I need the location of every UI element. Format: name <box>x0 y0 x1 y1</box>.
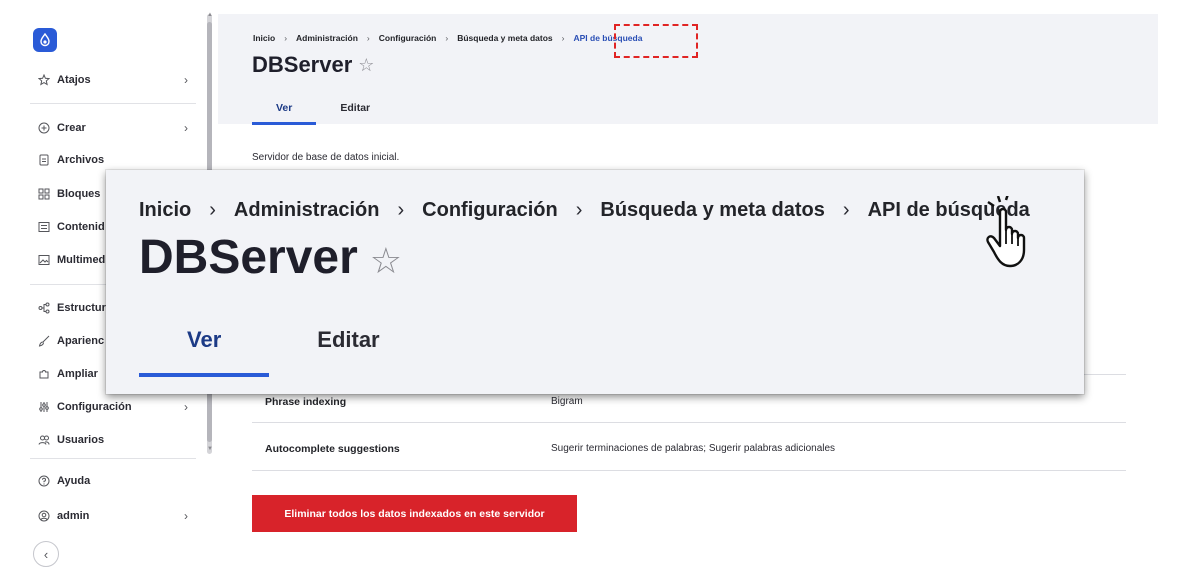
media-icon <box>38 254 50 266</box>
brush-icon <box>38 335 50 347</box>
sidebar-item-label: Ayuda <box>57 475 91 487</box>
zoomed-tab-editar[interactable]: Editar <box>269 327 429 377</box>
sidebar-item-atajos[interactable]: Atajos › <box>38 70 188 90</box>
chevron-right-icon: › <box>184 400 188 414</box>
chevron-right-icon: › <box>184 509 188 523</box>
breadcrumb-separator: › <box>445 33 449 43</box>
zoom-magnifier: Inicio › Administración › Configuración … <box>106 170 1084 394</box>
sidebar-item-label: Crear <box>57 122 86 134</box>
puzzle-icon <box>38 368 50 380</box>
tabs: Ver Editar <box>252 98 394 125</box>
sidebar-item-label: Atajos <box>57 74 91 86</box>
scroll-down-arrow-icon[interactable]: ▼ <box>207 446 213 452</box>
row-label-phrase-indexing: Phrase indexing <box>265 396 347 408</box>
help-icon <box>38 475 50 487</box>
sidebar-item-label: Bloques <box>57 188 101 200</box>
breadcrumb-item-busqueda[interactable]: Búsqueda y meta datos <box>457 33 552 43</box>
divider <box>30 103 196 104</box>
chevron-right-icon: › <box>184 121 188 135</box>
sidebar-item-label: Contenid <box>57 221 105 233</box>
row-value-phrase-indexing: Bigram <box>551 396 583 407</box>
breadcrumb-separator: › <box>575 199 583 221</box>
star-icon <box>38 74 50 86</box>
chevron-left-icon: ‹ <box>43 546 49 562</box>
zoomed-breadcrumb-item[interactable]: Configuración <box>422 199 558 222</box>
server-description: Servidor de base de datos inicial. <box>252 152 400 163</box>
sidebar-item-ayuda[interactable]: Ayuda <box>38 471 188 491</box>
sidebar-item-label: Usuarios <box>57 434 105 446</box>
breadcrumb-separator: › <box>209 199 216 221</box>
file-icon <box>38 154 50 166</box>
highlight-box <box>614 24 698 58</box>
breadcrumb-separator: › <box>366 33 370 43</box>
zoomed-breadcrumb-item[interactable]: Búsqueda y meta datos <box>600 199 825 222</box>
breadcrumb-separator: › <box>842 199 850 221</box>
zoomed-page-title: DBServer ☆ <box>139 230 402 285</box>
favorite-star-icon[interactable]: ☆ <box>358 55 374 76</box>
chevron-right-icon: › <box>184 73 188 87</box>
structure-icon <box>38 302 50 314</box>
user-icon <box>38 510 50 522</box>
favorite-star-icon[interactable]: ☆ <box>370 240 402 282</box>
pointer-hand-icon <box>986 196 1026 268</box>
sidebar-item-label: Archivos <box>57 154 105 166</box>
breadcrumb-item-inicio[interactable]: Inicio <box>253 33 275 43</box>
row-value-autocomplete: Sugerir terminaciones de palabras; Suger… <box>551 443 836 454</box>
zoomed-page-title-text: DBServer <box>139 231 358 284</box>
plus-circle-icon <box>38 122 50 134</box>
page-title-text: DBServer <box>252 52 353 77</box>
page-title: DBServer ☆ <box>252 52 374 78</box>
sidebar-item-label: Configuración <box>57 401 132 413</box>
tab-ver[interactable]: Ver <box>252 98 317 125</box>
breadcrumb-separator: › <box>284 33 288 43</box>
sidebar-item-label: Estructur <box>57 302 106 314</box>
zoomed-breadcrumb: Inicio › Administración › Configuración … <box>139 199 1030 222</box>
content-icon <box>38 221 50 233</box>
row-divider <box>252 470 1126 471</box>
sidebar-item-admin[interactable]: admin › <box>38 506 188 526</box>
zoomed-tab-ver[interactable]: Ver <box>139 327 270 377</box>
sidebar-item-configuracion[interactable]: Configuración › <box>38 397 188 417</box>
sliders-icon <box>38 401 50 413</box>
sidebar-item-label: Aparienc <box>57 335 105 347</box>
breadcrumb-item-administracion[interactable]: Administración <box>296 33 358 43</box>
blocks-icon <box>38 188 50 200</box>
delete-indexed-data-button[interactable]: Eliminar todos los datos indexados en es… <box>252 495 577 532</box>
breadcrumb-separator: › <box>397 199 405 221</box>
zoomed-breadcrumb-item[interactable]: Inicio <box>139 199 191 222</box>
divider <box>30 458 196 459</box>
drupal-logo-icon[interactable] <box>33 28 57 52</box>
tab-editar[interactable]: Editar <box>316 98 394 125</box>
breadcrumb: Inicio › Administración › Configuración … <box>253 33 642 43</box>
breadcrumb-separator: › <box>561 33 565 43</box>
users-icon <box>38 434 50 446</box>
sidebar-item-crear[interactable]: Crear › <box>38 118 188 138</box>
zoomed-tabs: Ver Editar <box>139 327 430 377</box>
collapse-sidebar-button[interactable]: ‹ <box>33 541 59 567</box>
breadcrumb-item-configuracion[interactable]: Configuración <box>379 33 437 43</box>
scroll-up-arrow-icon[interactable]: ▲ <box>207 12 213 18</box>
sidebar-item-usuarios[interactable]: Usuarios <box>38 430 188 450</box>
sidebar-item-label: Ampliar <box>57 368 98 380</box>
sidebar-item-label: Multimed <box>57 254 106 266</box>
sidebar-item-archivos[interactable]: Archivos <box>38 150 188 170</box>
row-label-autocomplete: Autocomplete suggestions <box>265 443 400 455</box>
sidebar-item-label: admin <box>57 510 90 522</box>
zoomed-breadcrumb-item[interactable]: Administración <box>234 199 380 222</box>
row-divider <box>252 422 1126 423</box>
